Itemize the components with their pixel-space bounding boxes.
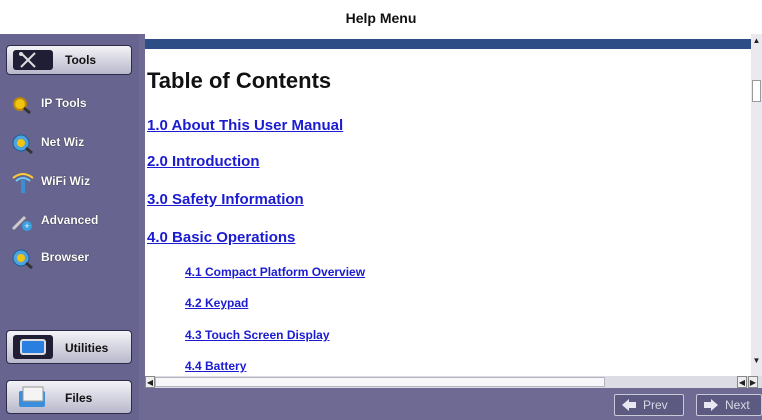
toc-link-keypad[interactable]: 4.2 Keypad	[185, 296, 248, 310]
monitor-icon	[13, 335, 53, 359]
sidebar-item-label: Net Wiz	[41, 135, 85, 149]
scroll-left-icon[interactable]: ◀	[737, 376, 747, 388]
advanced-tools-icon: +	[10, 211, 36, 233]
toc-link-basic-operations[interactable]: 4.0 Basic Operations	[147, 229, 295, 246]
files-label: Files	[65, 391, 93, 405]
next-label: Next	[725, 398, 750, 412]
toc-link-about-manual[interactable]: 1.0 About This User Manual	[147, 117, 343, 134]
toc-link-introduction[interactable]: 2.0 Introduction	[147, 153, 260, 170]
tools-button[interactable]: Tools	[6, 45, 132, 75]
sidebar: Tools IP Tools Net Wiz WiFi Wiz + Advanc…	[0, 34, 139, 420]
sidebar-item-advanced[interactable]: + Advanced	[10, 211, 135, 233]
tools-label: Tools	[65, 53, 97, 67]
utilities-label: Utilities	[65, 341, 109, 355]
sidebar-item-label: Browser	[41, 250, 90, 264]
sidebar-item-wifi-wiz[interactable]: WiFi Wiz	[10, 172, 135, 194]
globe-magnifier-icon	[10, 133, 36, 155]
scroll-up-icon[interactable]: ▲	[751, 36, 762, 46]
toc-link-compact-platform-overview[interactable]: 4.1 Compact Platform Overview	[185, 265, 365, 279]
scroll-thumb[interactable]	[752, 80, 761, 102]
vertical-scrollbar[interactable]: ▲ ▼	[751, 34, 762, 376]
folder-icon	[13, 385, 53, 409]
sidebar-item-label: Advanced	[41, 213, 99, 227]
sidebar-item-browser[interactable]: Browser	[10, 248, 135, 270]
magnifier-icon	[10, 94, 36, 116]
toc-link-safety-information[interactable]: 3.0 Safety Information	[147, 191, 304, 208]
wifi-antenna-icon	[10, 172, 36, 194]
arrow-left-icon	[621, 398, 637, 415]
svg-text:+: +	[24, 221, 29, 231]
tools-icon	[13, 50, 53, 70]
prev-label: Prev	[643, 398, 668, 412]
toc-link-touch-screen-display[interactable]: 4.3 Touch Screen Display	[185, 328, 330, 342]
sidebar-item-ip-tools[interactable]: IP Tools	[10, 94, 135, 116]
content-header-bar	[145, 39, 751, 49]
globe-magnifier-icon	[10, 248, 36, 270]
arrow-right-icon	[703, 398, 719, 415]
scroll-down-icon[interactable]: ▼	[751, 356, 762, 366]
sidebar-item-label: IP Tools	[41, 96, 87, 110]
scroll-right-icon[interactable]: ▶	[748, 376, 758, 388]
window-title: Help Menu	[0, 0, 762, 34]
prev-button[interactable]: Prev	[614, 394, 684, 416]
horizontal-scrollbar[interactable]: ◀ ◀ ▶	[145, 376, 762, 388]
sidebar-item-net-wiz[interactable]: Net Wiz	[10, 133, 135, 155]
help-content-pane: Table of Contents 1.0 About This User Ma…	[145, 34, 751, 376]
scroll-left-icon[interactable]: ◀	[145, 376, 155, 388]
next-button[interactable]: Next	[696, 394, 762, 416]
sidebar-item-label: WiFi Wiz	[41, 174, 91, 188]
files-button[interactable]: Files	[6, 380, 132, 414]
page-title: Table of Contents	[147, 68, 332, 93]
toc-link-battery[interactable]: 4.4 Battery	[185, 359, 246, 373]
scroll-track[interactable]	[155, 377, 605, 387]
utilities-button[interactable]: Utilities	[6, 330, 132, 364]
